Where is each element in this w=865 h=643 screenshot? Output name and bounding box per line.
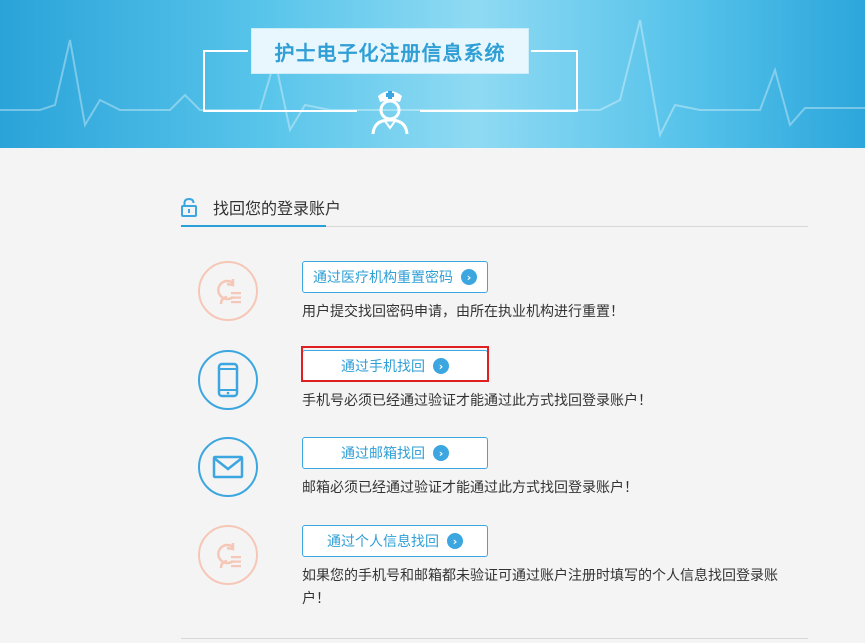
option-description: 邮箱必须已经通过验证才能通过此方式找回登录账户！	[302, 480, 638, 496]
nurse-icon	[371, 91, 409, 135]
circle-icon	[198, 261, 258, 321]
recover-via-email-button[interactable]: 通过邮箱找回 ›	[302, 437, 488, 469]
button-label: 通过医疗机构重置密码	[313, 270, 453, 286]
header-banner: 护士电子化注册信息系统	[0, 0, 865, 148]
frame-line	[576, 50, 578, 112]
frame-line	[420, 110, 578, 112]
chevron-right-icon: ›	[433, 445, 449, 461]
frame-line	[531, 50, 578, 52]
button-label: 通过个人信息找回	[327, 534, 439, 550]
option-description: 用户提交找回密码申请，由所在执业机构进行重置！	[302, 304, 624, 320]
person-refresh-icon	[217, 279, 241, 305]
circle-icon	[198, 350, 258, 410]
frame-line	[203, 50, 248, 52]
option-description: 如果您的手机号和邮箱都未验证可通过账户注册时填写的个人信息找回登录账户！	[302, 568, 778, 607]
mobile-phone-icon	[217, 362, 239, 398]
divider	[181, 638, 808, 639]
person-refresh-icon	[217, 543, 241, 569]
frame-line	[203, 110, 357, 112]
section-title: 找回您的登录账户	[213, 199, 342, 218]
chevron-right-icon: ›	[461, 269, 477, 285]
recover-via-personal-info-button[interactable]: 通过个人信息找回 ›	[302, 525, 488, 557]
system-title: 护士电子化注册信息系统	[251, 28, 529, 74]
reset-via-institution-button[interactable]: 通过医疗机构重置密码 ›	[302, 261, 488, 293]
section-underline	[181, 225, 326, 227]
lock-icon	[181, 198, 197, 217]
frame-line	[203, 50, 205, 112]
section-header: 找回您的登录账户	[181, 192, 808, 227]
envelope-icon	[212, 455, 244, 479]
chevron-right-icon: ›	[447, 533, 463, 549]
option-description: 手机号必须已经通过验证才能通过此方式找回登录账户！	[302, 393, 652, 409]
circle-icon	[198, 437, 258, 497]
heartbeat-wave-graphic	[0, 19, 865, 139]
circle-icon	[198, 525, 258, 585]
highlight-box	[301, 346, 489, 382]
button-label: 通过邮箱找回	[341, 446, 425, 462]
